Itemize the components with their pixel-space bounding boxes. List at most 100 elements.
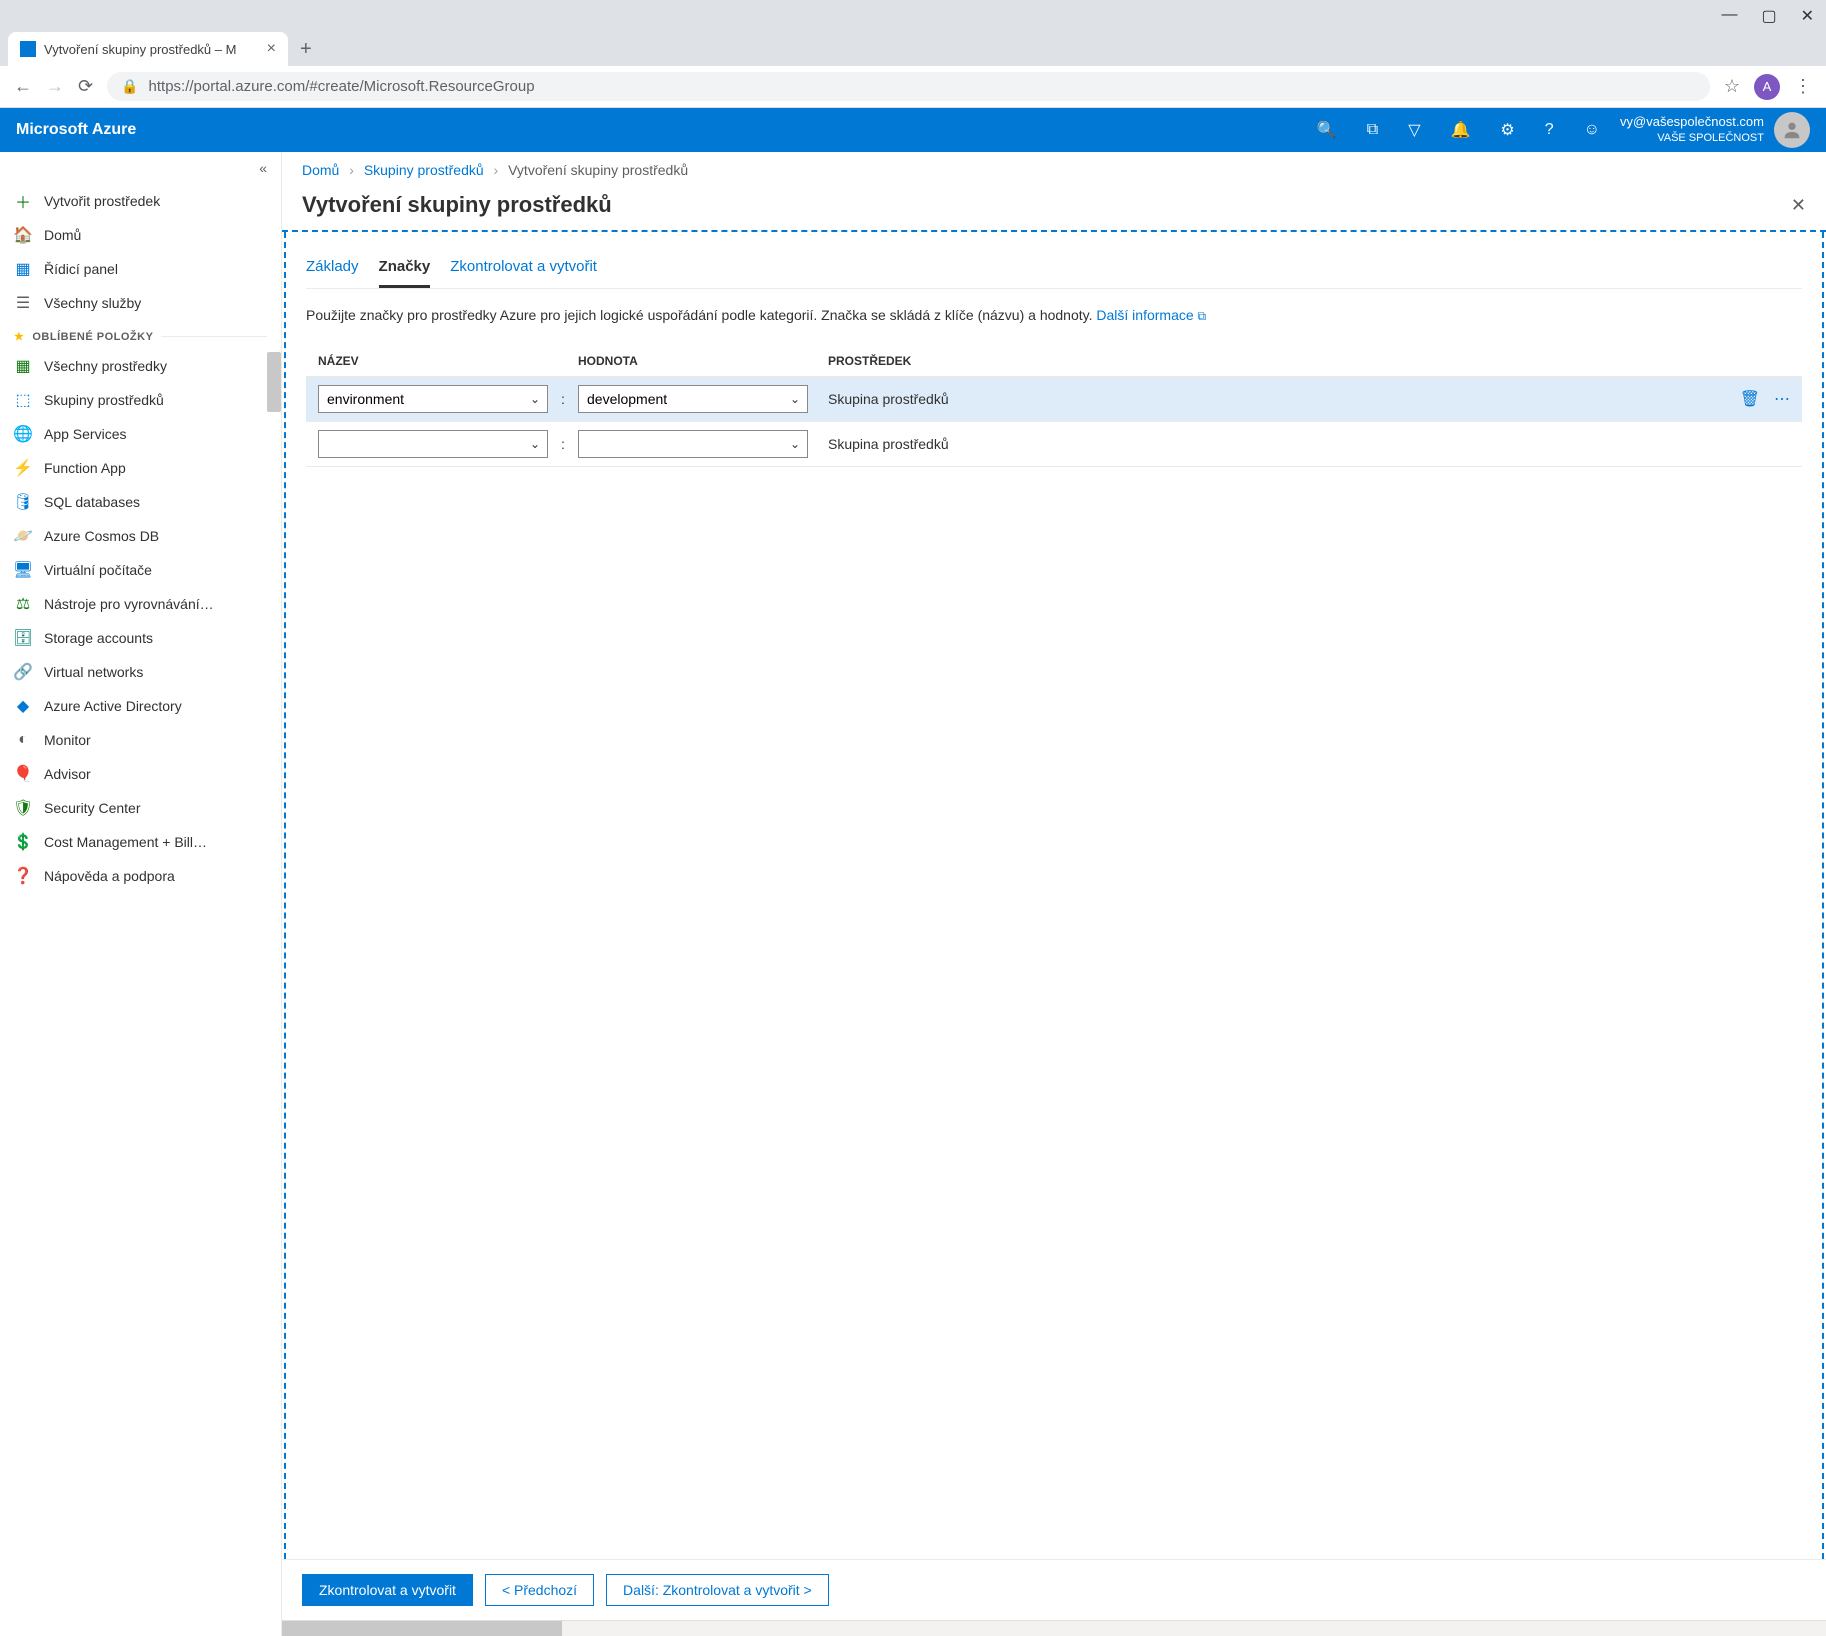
tab-tags[interactable]: Značky bbox=[379, 252, 431, 288]
cube-icon: ⬚ bbox=[14, 391, 32, 409]
sidebar-item-active-directory[interactable]: ◆Azure Active Directory bbox=[0, 689, 281, 723]
azure-brand[interactable]: Microsoft Azure bbox=[16, 121, 136, 139]
next-button[interactable]: Další: Zkontrolovat a vytvořit > bbox=[606, 1574, 829, 1606]
grid-icon: ▦ bbox=[14, 357, 32, 375]
window-close-icon[interactable]: ✕ bbox=[1801, 6, 1814, 26]
sidebar-item-all-resources[interactable]: ▦Všechny prostředky bbox=[0, 349, 281, 383]
network-icon: 🔗 bbox=[14, 663, 32, 681]
window-minimize-icon[interactable]: — bbox=[1721, 6, 1737, 26]
sidebar-item-security-center[interactable]: 🛡Security Center bbox=[0, 791, 281, 825]
tag-row: ⌄ : ⌄ Skupina prostředků bbox=[306, 421, 1802, 467]
new-tab-button[interactable]: + bbox=[300, 38, 312, 61]
tag-name-input[interactable] bbox=[318, 385, 548, 413]
tag-value-input[interactable] bbox=[578, 385, 808, 413]
help-icon: ❓ bbox=[14, 867, 32, 885]
tag-resource: Skupina prostředků bbox=[808, 391, 1720, 407]
sidebar-all-services[interactable]: ☰ Všechny služby bbox=[0, 286, 281, 320]
sidebar-item-app-services[interactable]: 🌐App Services bbox=[0, 417, 281, 451]
sidebar-scrollbar[interactable] bbox=[267, 352, 281, 412]
help-icon[interactable]: ? bbox=[1545, 121, 1554, 139]
list-icon: ☰ bbox=[14, 294, 32, 312]
url-text: https://portal.azure.com/#create/Microso… bbox=[149, 78, 535, 95]
horizontal-scrollbar[interactable] bbox=[282, 1620, 1826, 1636]
database-icon: 🛢 bbox=[14, 493, 32, 511]
delete-tag-button[interactable]: 🗑 bbox=[1740, 391, 1760, 408]
cloud-shell-icon[interactable]: ⧉ bbox=[1367, 121, 1378, 139]
dashboard-icon: ▦ bbox=[14, 260, 32, 278]
feedback-icon[interactable]: ☺ bbox=[1584, 121, 1600, 139]
sidebar-item-cost-management[interactable]: 💲Cost Management + Bill… bbox=[0, 825, 281, 859]
sidebar-item-virtual-networks[interactable]: 🔗Virtual networks bbox=[0, 655, 281, 689]
azure-favicon-icon bbox=[20, 41, 36, 57]
sidebar-create-resource[interactable]: ＋ Vytvořit prostředek bbox=[0, 184, 281, 218]
shield-icon: 🛡 bbox=[14, 799, 32, 817]
address-bar[interactable]: 🔒 https://portal.azure.com/#create/Micro… bbox=[107, 72, 1710, 101]
bolt-icon: ⚡ bbox=[14, 459, 32, 477]
sidebar-item-storage-accounts[interactable]: 🗄Storage accounts bbox=[0, 621, 281, 655]
scrollbar-thumb[interactable] bbox=[282, 1621, 562, 1636]
notifications-icon[interactable]: 🔔 bbox=[1451, 120, 1471, 140]
col-header-value: HODNOTA bbox=[578, 354, 808, 368]
browser-profile-avatar[interactable]: A bbox=[1754, 74, 1780, 100]
gauge-icon: ◐ bbox=[14, 731, 32, 749]
browser-menu-icon[interactable]: ⋮ bbox=[1794, 76, 1812, 97]
filter-icon[interactable]: ▽ bbox=[1408, 120, 1420, 140]
sidebar-item-monitor[interactable]: ◐Monitor bbox=[0, 723, 281, 757]
sidebar-item-help-support[interactable]: ❓Nápověda a podpora bbox=[0, 859, 281, 893]
review-create-button[interactable]: Zkontrolovat a vytvořit bbox=[302, 1574, 473, 1606]
breadcrumb-resource-groups[interactable]: Skupiny prostředků bbox=[364, 162, 484, 178]
blade-footer: Zkontrolovat a vytvořit < Předchozí Dalš… bbox=[282, 1559, 1826, 1620]
tab-basics[interactable]: Základy bbox=[306, 252, 359, 288]
cosmos-icon: 🪐 bbox=[14, 527, 32, 545]
sidebar: « ＋ Vytvořit prostředek 🏠 Domů ▦ Řídicí … bbox=[0, 152, 282, 1636]
sidebar-item-resource-groups[interactable]: ⬚Skupiny prostředků bbox=[0, 383, 281, 417]
nav-reload-button[interactable]: ⟳ bbox=[78, 76, 93, 97]
advisor-icon: 🎈 bbox=[14, 765, 32, 783]
browser-tab[interactable]: Vytvoření skupiny prostředků – M × bbox=[8, 32, 288, 66]
storage-icon: 🗄 bbox=[14, 629, 32, 647]
ad-icon: ◆ bbox=[14, 697, 32, 715]
blade-description: Použijte značky pro prostředky Azure pro… bbox=[306, 305, 1802, 326]
breadcrumb: Domů › Skupiny prostředků › Vytvoření sk… bbox=[282, 152, 1826, 188]
more-info-link[interactable]: Další informace ⧉ bbox=[1096, 307, 1206, 323]
blade-title: Vytvoření skupiny prostředků bbox=[302, 192, 612, 218]
blade-close-button[interactable]: ✕ bbox=[1791, 195, 1806, 216]
window-maximize-icon[interactable]: ▢ bbox=[1761, 6, 1776, 26]
nav-forward-button[interactable]: → bbox=[46, 76, 64, 97]
sidebar-item-advisor[interactable]: 🎈Advisor bbox=[0, 757, 281, 791]
tab-review[interactable]: Zkontrolovat a vytvořit bbox=[450, 252, 597, 288]
account-info[interactable]: vy@vašespolečnost.com VAŠE SPOLEČNOST bbox=[1620, 114, 1764, 145]
sidebar-item-virtual-machines[interactable]: 🖥Virtuální počítače bbox=[0, 553, 281, 587]
plus-icon: ＋ bbox=[14, 192, 32, 210]
sidebar-item-load-balancers[interactable]: ⚖Nástroje pro vyrovnávání… bbox=[0, 587, 281, 621]
tab-title: Vytvoření skupiny prostředků – M bbox=[44, 42, 259, 57]
bookmark-star-icon[interactable]: ☆ bbox=[1724, 76, 1740, 97]
globe-icon: 🌐 bbox=[14, 425, 32, 443]
account-avatar-icon[interactable] bbox=[1774, 112, 1810, 148]
previous-button[interactable]: < Předchozí bbox=[485, 1574, 594, 1606]
account-company: VAŠE SPOLEČNOST bbox=[1620, 131, 1764, 145]
tag-value-input[interactable] bbox=[578, 430, 808, 458]
settings-gear-icon[interactable]: ⚙ bbox=[1500, 120, 1514, 140]
external-link-icon: ⧉ bbox=[1198, 309, 1207, 323]
monitor-icon: 🖥 bbox=[14, 561, 32, 579]
sidebar-collapse-button[interactable]: « bbox=[0, 152, 281, 184]
sidebar-item-function-app[interactable]: ⚡Function App bbox=[0, 451, 281, 485]
sidebar-favorites-header: ★ OBLÍBENÉ POLOŽKY bbox=[0, 320, 281, 349]
sidebar-item-cosmos-db[interactable]: 🪐Azure Cosmos DB bbox=[0, 519, 281, 553]
blade-tabs: Základy Značky Zkontrolovat a vytvořit bbox=[306, 252, 1802, 289]
sidebar-dashboard[interactable]: ▦ Řídicí panel bbox=[0, 252, 281, 286]
main-blade: Domů › Skupiny prostředků › Vytvoření sk… bbox=[282, 152, 1826, 1636]
sidebar-home[interactable]: 🏠 Domů bbox=[0, 218, 281, 252]
tags-table: NÁZEV HODNOTA PROSTŘEDEK ⌄ : ⌄ bbox=[306, 346, 1802, 467]
breadcrumb-home[interactable]: Domů bbox=[302, 162, 339, 178]
tag-name-input[interactable] bbox=[318, 430, 548, 458]
nav-back-button[interactable]: ← bbox=[14, 76, 32, 97]
azure-header: Microsoft Azure 🔍 ⧉ ▽ 🔔 ⚙ ? ☺ vy@vašespo… bbox=[0, 108, 1826, 152]
sidebar-item-sql-databases[interactable]: 🛢SQL databases bbox=[0, 485, 281, 519]
more-actions-button[interactable]: ⋯ bbox=[1774, 391, 1790, 408]
lock-icon: 🔒 bbox=[121, 78, 138, 95]
tab-close-icon[interactable]: × bbox=[267, 40, 276, 58]
home-icon: 🏠 bbox=[14, 226, 32, 244]
search-icon[interactable]: 🔍 bbox=[1317, 120, 1337, 140]
